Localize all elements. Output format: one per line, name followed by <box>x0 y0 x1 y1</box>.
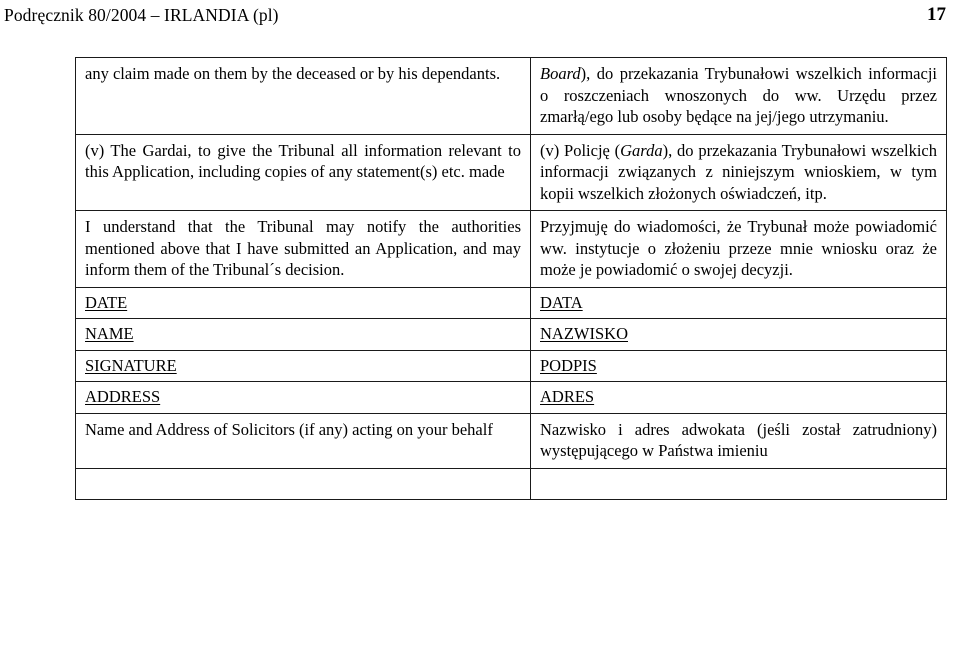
cell-polish-signature-label: PODPIS <box>530 349 947 382</box>
cell-english-solicitors: Name and Address of Solicitors (if any) … <box>75 412 531 469</box>
field-label-address: ADDRESS <box>85 387 161 406</box>
cell-polish-blank[interactable] <box>530 467 947 500</box>
table-row: Name and Address of Solicitors (if any) … <box>75 412 947 469</box>
cell-polish-date-label: DATA <box>530 286 947 319</box>
running-header: Podręcznik 80/2004 – IRLANDIA (pl) 17 <box>0 4 960 34</box>
cell-english-understanding: I understand that the Tribunal may notif… <box>75 210 531 288</box>
field-label-data: DATA <box>540 292 583 312</box>
field-label-nazwisko: NAZWISKO <box>540 324 628 343</box>
header-title: Podręcznik 80/2004 – IRLANDIA (pl) <box>4 5 279 25</box>
table-row <box>75 467 947 500</box>
table-row: NAME NAZWISKO <box>75 318 947 351</box>
table-row: I understand that the Tribunal may notif… <box>75 210 947 288</box>
cell-english-name-label: NAME <box>75 318 531 351</box>
cell-english-date-label: DATE <box>75 286 531 319</box>
cell-english-item-v-gardai: (v) The Gardai, to give the Tribunal all… <box>75 133 531 211</box>
table-row: (v) The Gardai, to give the Tribunal all… <box>75 133 947 211</box>
cell-polish-claim-continuation: Board), do przekazania Trybunałowi wszel… <box>530 57 947 135</box>
field-label-adres: ADRES <box>540 387 595 406</box>
field-label-date: DATE <box>85 292 128 312</box>
page-number: 17 <box>927 4 946 25</box>
italic-term-garda: Garda <box>620 140 663 160</box>
cell-english-claim-continuation: any claim made on them by the deceased o… <box>75 57 531 135</box>
cell-polish-item-v-prefix: (v) Policję ( <box>540 140 621 160</box>
table-row: ADDRESS ADRES <box>75 381 947 414</box>
italic-term-board: Board <box>540 64 581 83</box>
table-row: DATE DATA <box>75 286 947 319</box>
bilingual-form-table: any claim made on them by the deceased o… <box>75 57 947 500</box>
cell-polish-solicitors: Nazwisko i adres adwokata (jeśli został … <box>530 412 947 469</box>
cell-polish-claim-continuation-text: ), do przekazania Trybunałowi wszelkich … <box>540 64 937 126</box>
cell-english-address-label: ADDRESS <box>75 381 531 414</box>
cell-polish-address-label: ADRES <box>530 381 947 414</box>
field-label-name: NAME <box>85 324 134 343</box>
field-label-signature: SIGNATURE <box>85 355 177 375</box>
document-page: Podręcznik 80/2004 – IRLANDIA (pl) 17 an… <box>0 0 960 662</box>
cell-polish-item-v-policje: (v) Policję (Garda), do przekazania Tryb… <box>530 133 947 211</box>
table-row: SIGNATURE PODPIS <box>75 349 947 382</box>
cell-english-signature-label: SIGNATURE <box>75 349 531 382</box>
cell-polish-name-label: NAZWISKO <box>530 318 947 351</box>
cell-english-blank[interactable] <box>75 467 531 500</box>
cell-polish-understanding: Przyjmuję do wiadomości, że Trybunał moż… <box>530 210 947 288</box>
field-label-podpis: PODPIS <box>540 355 597 375</box>
table-row: any claim made on them by the deceased o… <box>75 57 947 135</box>
